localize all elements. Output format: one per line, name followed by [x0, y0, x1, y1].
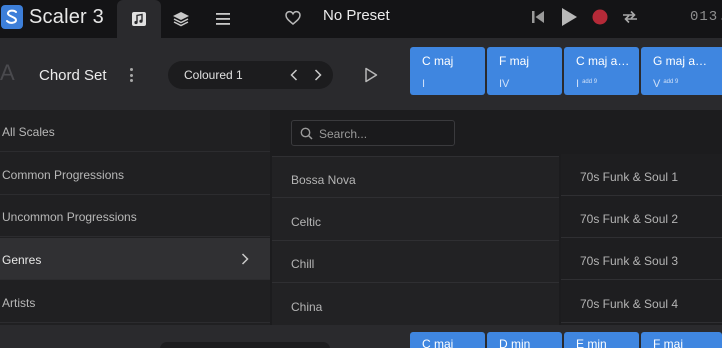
- scaler-logo-icon: [1, 5, 23, 29]
- loop-icon: [623, 10, 637, 24]
- chord-name: G maj a…: [653, 54, 708, 68]
- music-note-icon: [132, 12, 146, 26]
- chord-pad[interactable]: G maj a… Vadd 9: [641, 47, 722, 95]
- section-letter: A: [0, 60, 15, 85]
- chord-degree: IV: [499, 78, 510, 90]
- search-placeholder: Search...: [319, 127, 368, 141]
- top-bar: Scaler 3 No Preset 013.1: [0, 0, 722, 38]
- category-item[interactable]: Artists: [0, 281, 270, 323]
- list-icon: [216, 13, 230, 25]
- chord-set-name: Coloured 1: [184, 68, 243, 82]
- category-list: All Scales Common Progressions Uncommon …: [0, 110, 270, 325]
- list-item[interactable]: 70s Funk & Soul 1: [561, 154, 722, 196]
- tab-list[interactable]: [201, 0, 245, 38]
- chord-set-bar: A Chord Set Coloured 1 C maj I F maj IV …: [0, 38, 722, 110]
- chord-name: D min: [499, 337, 531, 348]
- chord-name: F maj: [499, 54, 529, 68]
- chord-degree: Iadd 9: [576, 78, 598, 90]
- chord-extension: add 9: [663, 79, 679, 85]
- search-icon: [300, 127, 313, 140]
- progression-label: 70s Funk & Soul 2: [580, 212, 679, 226]
- progression-label: 70s Funk & Soul 1: [580, 170, 679, 184]
- chord-name: E min: [576, 337, 607, 348]
- category-item[interactable]: All Scales: [0, 110, 270, 152]
- chord-set-label: Chord Set: [39, 67, 107, 84]
- genre-label: Chill: [291, 257, 315, 271]
- chord-pad[interactable]: E min: [564, 332, 639, 348]
- list-item[interactable]: Bossa Nova: [272, 156, 559, 198]
- previous-set-button[interactable]: [287, 67, 301, 83]
- app-title: Scaler 3: [29, 6, 104, 28]
- chevron-left-icon: [290, 69, 298, 81]
- list-item[interactable]: Chill: [272, 241, 559, 283]
- play-button[interactable]: [558, 6, 580, 28]
- chord-set-selector[interactable]: Coloured 1: [168, 61, 333, 89]
- progression-list: 70s Funk & Soul 1 70s Funk & Soul 2 70s …: [561, 154, 722, 325]
- progression-label: 70s Funk & Soul 4: [580, 297, 679, 311]
- play-set-button[interactable]: [364, 67, 378, 83]
- chevron-right-icon: [314, 69, 322, 81]
- category-label: Artists: [2, 296, 36, 310]
- skip-back-icon: [532, 11, 544, 23]
- list-item[interactable]: Celtic: [272, 199, 559, 241]
- category-label: Genres: [2, 253, 42, 267]
- tab-library[interactable]: [117, 0, 161, 38]
- list-item[interactable]: 70s Funk & Soul 3: [561, 238, 722, 280]
- chevron-right-icon: [241, 253, 249, 265]
- skip-back-button[interactable]: [529, 6, 547, 28]
- position-counter: 013.1: [690, 9, 722, 25]
- chord-degree: I: [422, 78, 426, 90]
- list-item[interactable]: China: [272, 284, 559, 326]
- chord-pad[interactable]: D min: [487, 332, 562, 348]
- layers-icon: [173, 12, 189, 27]
- chord-pad[interactable]: C maj I: [410, 47, 485, 95]
- chord-pad[interactable]: C maj: [410, 332, 485, 348]
- more-options-icon[interactable]: [128, 68, 134, 82]
- play-icon: [562, 8, 577, 26]
- category-label: Common Progressions: [2, 168, 125, 182]
- genre-label: China: [291, 300, 323, 314]
- bottom-selector[interactable]: [160, 342, 330, 348]
- genre-label: Celtic: [291, 215, 322, 229]
- record-icon: [592, 9, 608, 25]
- search-input[interactable]: Search...: [291, 120, 455, 146]
- chord-name: C maj: [422, 54, 454, 68]
- chord-name: C maj: [422, 337, 454, 348]
- chord-name: F maj: [653, 337, 683, 348]
- category-label: All Scales: [2, 125, 55, 139]
- category-item[interactable]: Common Progressions: [0, 153, 270, 195]
- list-item[interactable]: 70s Funk & Soul 2: [561, 196, 722, 238]
- category-item[interactable]: Uncommon Progressions: [0, 195, 270, 237]
- chord-name: C maj a…: [576, 54, 630, 68]
- tab-layers[interactable]: [159, 0, 203, 38]
- chord-pad[interactable]: F maj: [641, 332, 722, 348]
- list-item[interactable]: 70s Funk & Soul 4: [561, 281, 722, 323]
- chord-pad[interactable]: C maj a… Iadd 9: [564, 47, 639, 95]
- genre-label: Bossa Nova: [291, 173, 356, 187]
- search-row: Search...: [272, 110, 722, 156]
- bottom-bar: C maj D min E min F maj: [0, 325, 722, 348]
- category-item-selected[interactable]: Genres: [0, 238, 270, 280]
- chord-degree: Vadd 9: [653, 78, 679, 90]
- favorite-heart-icon[interactable]: [284, 9, 302, 27]
- chord-extension: add 9: [582, 79, 598, 85]
- record-button[interactable]: [590, 6, 610, 28]
- genre-list: Bossa Nova Celtic Chill China: [272, 156, 559, 326]
- preset-name[interactable]: No Preset: [323, 7, 390, 24]
- chord-pad[interactable]: F maj IV: [487, 47, 562, 95]
- loop-button[interactable]: [620, 6, 640, 28]
- progression-label: 70s Funk & Soul 3: [580, 254, 679, 268]
- next-set-button[interactable]: [311, 67, 325, 83]
- category-label: Uncommon Progressions: [2, 210, 137, 224]
